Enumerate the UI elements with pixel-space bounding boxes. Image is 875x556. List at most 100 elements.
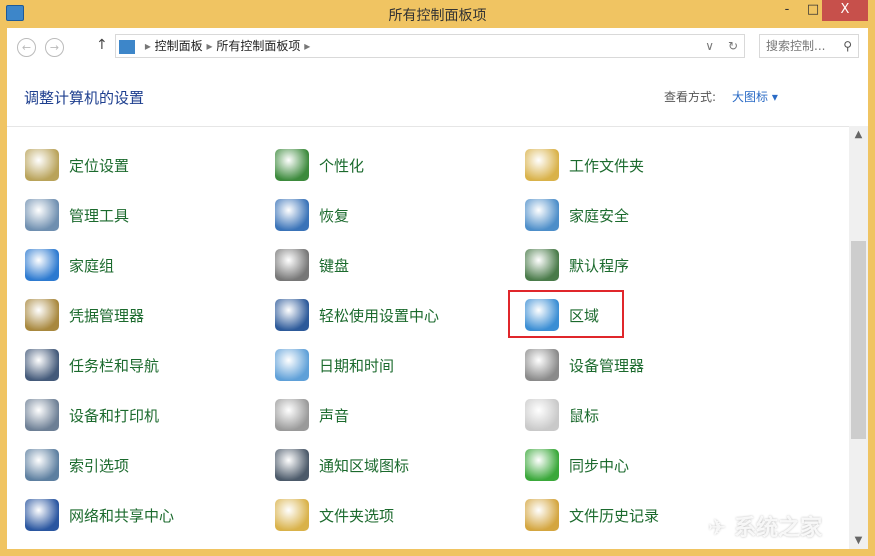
close-button[interactable]: X [822,0,868,21]
item-icon [525,249,559,281]
address-bar[interactable]: ▸ 控制面板 ▸ 所有控制面板项 ▸ ∨ ↻ [115,34,745,58]
control-panel-item[interactable]: 凭据管理器 [25,297,144,333]
item-label: 通知区域图标 [319,456,410,475]
item-icon [275,149,309,181]
item-label: 任务栏和导航 [69,356,160,375]
search-input[interactable]: 搜索控制... ⚲ [759,34,859,58]
item-icon [525,349,559,381]
item-label: 键盘 [319,256,350,275]
items-grid: 定位设置 个性化 工作文件夹管理工具 恢复 家庭安全家庭组 键盘 默认程序凭据管理器 轻松使用… [7,126,849,549]
item-icon [25,449,59,481]
item-label: 个性化 [319,156,365,175]
view-by-label: 查看方式: [664,90,717,104]
item-label: 同步中心 [569,456,630,475]
item-icon [25,499,59,531]
item-label: 轻松使用设置中心 [319,306,440,325]
control-panel-item[interactable]: 任务栏和导航 [25,347,159,383]
item-label: 管理工具 [69,206,130,225]
item-icon [25,199,59,231]
item-label: 凭据管理器 [69,306,145,325]
item-label: 家庭安全 [569,206,630,225]
control-panel-item[interactable]: 网络和共享中心 [25,497,174,533]
item-icon [275,299,309,331]
control-panel-icon [119,39,135,54]
item-label: 设备和打印机 [69,406,160,425]
scroll-up-arrow[interactable]: ▲ [849,129,868,140]
navigation-bar: ← → ↑ ▸ 控制面板 ▸ 所有控制面板项 ▸ ∨ ↻ 搜索控制... ⚲ [7,28,868,66]
item-label: 定位设置 [69,156,130,175]
scrollbar-thumb[interactable] [851,241,866,439]
control-panel-item[interactable]: 设备管理器 [525,347,644,383]
control-panel-item[interactable]: 声音 [275,397,349,433]
item-label: 鼠标 [569,406,600,425]
control-panel-item[interactable]: 恢复 [275,197,349,233]
minimize-button[interactable]: - [774,2,800,23]
item-icon [525,399,559,431]
control-panel-item[interactable]: 文件夹选项 [275,497,394,533]
item-icon [275,399,309,431]
item-icon [25,349,59,381]
control-panel-item[interactable]: 家庭安全 [525,197,629,233]
item-icon [525,449,559,481]
control-panel-item[interactable]: 通知区域图标 [275,447,409,483]
control-panel-item[interactable]: 键盘 [275,247,349,283]
control-panel-item[interactable]: 个性化 [275,147,364,183]
item-label: 声音 [319,406,350,425]
window-title: 所有控制面板项 [388,8,487,24]
search-icon[interactable]: ⚲ [843,35,852,57]
item-label: 工作文件夹 [569,156,645,175]
control-panel-item[interactable]: 文件历史记录 [525,497,659,533]
item-icon [25,399,59,431]
title-bar: 所有控制面板项 - □ X [0,0,875,28]
control-panel-item[interactable]: 工作文件夹 [525,147,644,183]
item-icon [275,449,309,481]
back-button[interactable]: ← [17,38,36,57]
control-panel-item[interactable]: 同步中心 [525,447,629,483]
item-label: 设备管理器 [569,356,645,375]
watermark-logo: ✈ 系统之家 [708,516,823,541]
breadcrumb-control-panel[interactable]: 控制面板 [155,39,203,53]
item-icon [275,499,309,531]
vertical-scrollbar[interactable]: ▲ ▼ [849,126,868,549]
item-label: 文件历史记录 [569,506,660,525]
item-label: 家庭组 [69,256,115,275]
control-panel-item[interactable]: 定位设置 [25,147,129,183]
item-icon [25,299,59,331]
item-label: 网络和共享中心 [69,506,175,525]
address-dropdown-button[interactable]: ∨ [705,35,714,57]
chevron-right-icon: ▸ [144,39,155,53]
control-panel-item[interactable]: 默认程序 [525,247,629,283]
control-panel-item[interactable]: 日期和时间 [275,347,394,383]
item-icon [275,349,309,381]
chevron-right-icon: ▸ [206,39,217,53]
control-panel-item[interactable]: 设备和打印机 [25,397,159,433]
refresh-button[interactable]: ↻ [728,35,738,57]
view-by-dropdown[interactable]: 大图标 ▾ [732,88,778,105]
window-client: ← → ↑ ▸ 控制面板 ▸ 所有控制面板项 ▸ ∨ ↻ 搜索控制... ⚲ 调… [7,28,868,549]
item-icon [25,249,59,281]
control-panel-item[interactable]: 家庭组 [25,247,114,283]
control-panel-item[interactable]: 鼠标 [525,397,599,433]
item-icon [275,199,309,231]
control-panel-item[interactable]: 索引选项 [25,447,129,483]
highlight-box [508,290,624,338]
breadcrumb-all-items[interactable]: 所有控制面板项 [216,39,300,53]
item-icon [525,199,559,231]
item-icon [275,249,309,281]
control-panel-item[interactable]: 轻松使用设置中心 [275,297,439,333]
search-placeholder: 搜索控制... [766,39,826,53]
item-label: 文件夹选项 [319,506,395,525]
up-button[interactable]: ↑ [96,37,108,53]
item-label: 日期和时间 [319,356,395,375]
chevron-right-icon: ▸ [304,39,311,53]
page-title: 调整计算机的设置 [24,89,145,107]
control-panel-item[interactable]: 管理工具 [25,197,129,233]
forward-button[interactable]: → [45,38,64,57]
item-label: 索引选项 [69,456,130,475]
item-label: 恢复 [319,206,350,225]
item-icon [25,149,59,181]
scroll-down-arrow[interactable]: ▼ [849,535,868,546]
item-label: 默认程序 [569,256,630,275]
item-icon [525,499,559,531]
item-icon [525,149,559,181]
